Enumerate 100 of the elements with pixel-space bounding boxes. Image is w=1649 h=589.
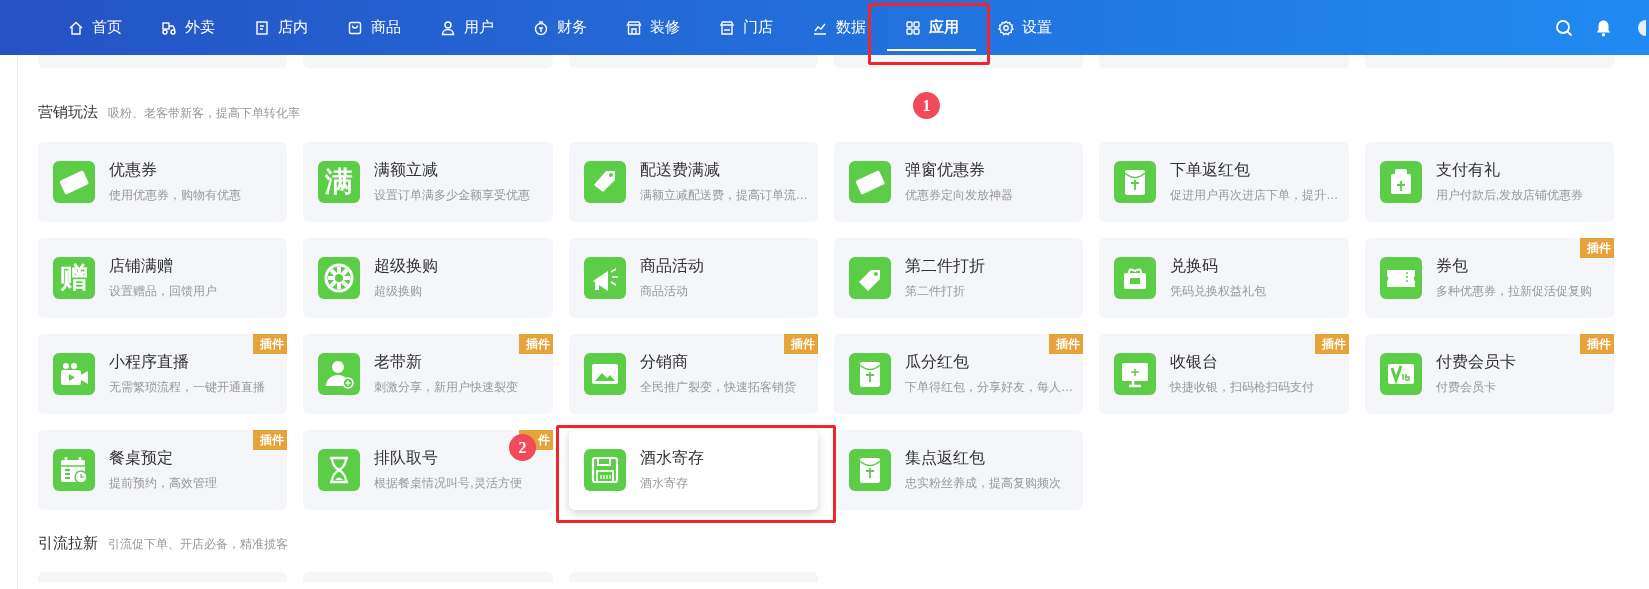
card-description: 商品活动 (639, 283, 689, 299)
plugin-badge: 插件 (518, 333, 553, 354)
nav-tab[interactable]: 首页 (48, 0, 141, 55)
app-icon (849, 352, 891, 395)
app-icon (583, 352, 626, 395)
nav-tab[interactable]: 门店 (699, 0, 792, 55)
app-card[interactable]: 集点返红包 忠实粉丝养成，提高复购频次 (834, 429, 1084, 510)
nav-icon (625, 19, 642, 36)
card-description: 下单得红包，分享好友，每人… (905, 379, 1073, 395)
card-title: 优惠券 (109, 160, 158, 180)
app-card[interactable]: 插件 瓜分红包 下单得红包，分享好友，每人… (834, 333, 1084, 414)
app-icon (1114, 256, 1157, 299)
card-title: 券包 (1435, 256, 1469, 276)
nav-tab[interactable]: 店内 (234, 0, 327, 55)
app-card[interactable]: 优惠券 使用优惠券，购物有优惠 (38, 141, 288, 222)
card-description: 多种优惠券，拉新促活促复购 (1435, 283, 1592, 299)
app-icon (849, 160, 891, 203)
plugin-badge: 插件 (253, 333, 288, 354)
app-card[interactable]: 插件 老带新 刺激分享，新用户快速裂变 (303, 333, 553, 414)
app-card[interactable]: 插件 付费会员卡 付费会员卡 (1364, 333, 1614, 414)
nav-tab[interactable]: 用户 (420, 0, 513, 55)
app-card[interactable]: 下单返红包 促进用户再次进店下单，提升… (1099, 141, 1349, 222)
nav-tab[interactable]: 设置 (978, 0, 1071, 55)
card-description: 促进用户再次进店下单，提升… (1170, 187, 1339, 203)
card-title: 分销商 (639, 352, 689, 372)
nav-tab[interactable]: 商品 (327, 0, 420, 55)
bell-icon[interactable] (1595, 18, 1612, 37)
app-card[interactable]: 满 满额立减 设置订单满多少金额享受优惠 (303, 141, 553, 222)
app-card[interactable]: 插件 分销商 全民推广裂变，快速拓客销货 (568, 333, 818, 414)
app-card[interactable]: 插件 小程序直播 无需繁琐流程，一键开通直播 (38, 333, 288, 414)
nav-icon (532, 19, 549, 36)
card-description: 付费会员卡 (1435, 379, 1497, 395)
app-icon (53, 160, 95, 203)
card-description: 优惠券定向发放神器 (905, 187, 1013, 203)
nav-label: 门店 (742, 17, 773, 38)
app-card[interactable]: 插件 收银台 快捷收银，扫码枪扫码支付 (1099, 333, 1349, 414)
plugin-badge: 插件 (253, 429, 288, 450)
nav-icon (997, 19, 1014, 36)
app-icon (53, 352, 95, 395)
nav-tab[interactable]: 数据 (792, 0, 885, 55)
card-description: 用户付款后,发放店铺优惠券 (1435, 187, 1583, 203)
plugin-badge: 插件 (1580, 333, 1614, 354)
card-title: 付费会员卡 (1435, 352, 1516, 372)
app-icon (1114, 352, 1157, 395)
app-card[interactable]: 商品活动 商品活动 (568, 237, 818, 318)
step-number: 1 (913, 92, 940, 119)
app-icon (318, 256, 361, 299)
app-card[interactable]: 兑换码 凭码兑换权益礼包 (1099, 237, 1349, 318)
card-title: 酒水寄存 (639, 448, 704, 468)
app-card[interactable]: 赠 店铺满赠 设置赠品，回馈用户 (38, 237, 288, 318)
card-description: 凭码兑换权益礼包 (1170, 283, 1267, 299)
app-icon: 满 (318, 160, 361, 203)
app-icon (583, 256, 626, 299)
card-title: 餐桌预定 (109, 448, 174, 468)
section-subtitle: 吸粉、老客带新客，提高下单转化率 (108, 105, 300, 122)
nav-label: 应用 (928, 17, 959, 38)
app-card[interactable]: 配送费满减 满额立减配送费，提高订单流… (568, 141, 818, 222)
app-icon (583, 160, 626, 203)
nav-label: 装修 (649, 17, 680, 38)
nav-icon (904, 19, 921, 36)
card-title: 老带新 (374, 352, 424, 372)
card-description: 无需繁琐流程，一键开通直播 (109, 379, 265, 395)
card-title: 弹窗优惠券 (905, 160, 986, 180)
nav-tab[interactable]: 财务 (513, 0, 606, 55)
card-description: 第二件打折 (905, 283, 966, 299)
plugin-badge: 插件 (1049, 333, 1084, 354)
card-description: 全民推广裂变，快速拓客销货 (639, 379, 796, 395)
plugin-badge: 插件 (1580, 237, 1614, 258)
nav-tab[interactable]: 应用 (885, 0, 978, 55)
nav-label: 首页 (91, 17, 122, 38)
card-title: 超级换购 (374, 256, 439, 276)
nav-tab[interactable]: 外卖 (141, 0, 234, 55)
nav-label: 设置 (1021, 17, 1052, 38)
card-title: 满额立减 (374, 160, 440, 180)
app-card[interactable]: 弹窗优惠券 优惠券定向发放神器 (834, 141, 1084, 222)
app-card[interactable]: 超级换购 超级换购 (303, 237, 553, 318)
card-description: 忠实粉丝养成，提高复购频次 (905, 475, 1061, 491)
app-card[interactable]: 插件 券包 多种优惠券，拉新促活促复购 (1364, 237, 1614, 318)
app-icon (849, 256, 891, 299)
plugin-badge: 插件 (1314, 333, 1349, 354)
section-title: 引流拉新 (38, 532, 98, 553)
app-card[interactable]: 第二件打折 第二件打折 (834, 237, 1084, 318)
app-icon (1114, 160, 1157, 203)
nav-label: 财务 (556, 17, 587, 38)
nav-tab[interactable]: 装修 (606, 0, 699, 55)
nav-label: 外卖 (184, 17, 215, 38)
nav-icon (346, 19, 363, 36)
nav-label: 数据 (835, 17, 866, 38)
app-icon: 赠 (53, 256, 95, 299)
card-description: 根据餐桌情况叫号,灵活方便 (374, 475, 522, 491)
card-description: 设置订单满多少金额享受优惠 (374, 187, 531, 203)
card-title: 集点返红包 (905, 448, 986, 468)
card-title: 店铺满赠 (109, 256, 174, 276)
app-card[interactable]: 酒水寄存 酒水寄存 (568, 429, 818, 510)
app-card[interactable]: 插件 餐桌预定 提前预约，高效管理 (38, 429, 288, 510)
card-title: 排队取号 (374, 448, 440, 468)
nav-label: 商品 (370, 17, 401, 38)
search-icon[interactable] (1555, 18, 1573, 37)
card-description: 酒水寄存 (639, 475, 689, 491)
app-card[interactable]: 支付有礼 用户付款后,发放店铺优惠券 (1364, 141, 1614, 222)
